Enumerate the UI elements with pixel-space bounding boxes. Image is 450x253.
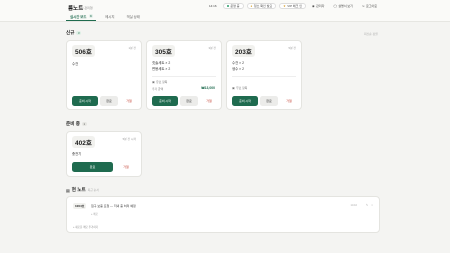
reject-button[interactable]: 거절: [120, 96, 138, 106]
request-card: 305호 3분 전 칫솔세트 × 2 면봉세트 × 2 ▣ 유료 항목 추가 금액…: [146, 40, 222, 110]
cleaning-alert-pill[interactable]: ● 청소 확인 필요: [246, 3, 277, 9]
meta-label: 유료 항목: [156, 80, 168, 84]
item-list: 칫솔세트 × 2 면봉세트 × 2: [152, 60, 170, 72]
elapsed-time: 3분 전: [208, 46, 216, 50]
free-meta: ▣ 무료 항목: [232, 86, 247, 90]
status-dot-icon: [226, 4, 229, 8]
logout-icon: ↪: [361, 4, 365, 8]
item-line: 면봉세트 × 2: [152, 67, 171, 71]
admin-menu[interactable]: ◉ 관리자: [309, 3, 327, 9]
help-label: 설명서 보기: [338, 4, 353, 8]
cost-label: 추가 금액: [152, 87, 164, 91]
tab-count-badge: 3: [88, 14, 94, 18]
item-list: 충전기: [72, 151, 81, 157]
admin-label: 관리자: [316, 4, 325, 8]
room-number: 506호: [72, 45, 95, 57]
note-icon: ▤: [66, 187, 70, 193]
logout-label: 로그아웃: [365, 4, 377, 8]
item-list: 수건: [72, 61, 78, 67]
bell-icon: ●: [250, 4, 253, 8]
alert-label: VIP 체크 인: [287, 4, 303, 8]
complete-button[interactable]: 완료: [260, 96, 278, 106]
divider: [152, 76, 216, 77]
clock: 14:16: [209, 4, 217, 8]
room-number: 203호: [232, 45, 255, 57]
elapsed-time: 5분 전: [288, 46, 296, 50]
add-memo-link[interactable]: + 메모: [91, 212, 98, 216]
item-line: 수건: [72, 62, 79, 66]
tab-room-status[interactable]: 객실 상태: [122, 13, 143, 19]
active-tab-indicator: [66, 20, 96, 21]
receipt-icon: ▣: [152, 80, 155, 84]
alert-label: 청소 확인 필요: [253, 4, 273, 8]
elapsed-time: 5분 전 시작: [122, 137, 136, 141]
item-line: 생수 × 2: [232, 67, 244, 71]
reject-button[interactable]: 거절: [280, 96, 298, 106]
request-card: 402호 5분 전 시작 충전기 완료 거절: [66, 131, 142, 177]
tab-label: 객실 상태: [126, 14, 140, 19]
start-prep-button[interactable]: 준비 시작: [232, 96, 258, 106]
brand-logo: 룸노트: [68, 6, 84, 12]
section-label: 현 노트: [71, 187, 86, 192]
note-time: 14:10: [350, 204, 358, 207]
tab-realtime-board[interactable]: 실시간 보드 3: [66, 13, 97, 19]
room-number: 402호: [72, 136, 95, 148]
help-link[interactable]: ◯ 설명서 보기: [330, 3, 356, 9]
tab-label: 실시간 보드: [70, 14, 87, 19]
complete-button[interactable]: 완료: [180, 96, 198, 106]
section-notes-title: ▤ 현 노트 최근 순서: [66, 187, 99, 193]
section-label: 준비 중: [66, 121, 80, 126]
section-count-badge: 1: [81, 122, 87, 126]
reject-button[interactable]: 거절: [115, 162, 137, 172]
receipt-icon: ▣: [232, 86, 235, 90]
user-icon: ◉: [312, 4, 315, 8]
room-number: 305호: [152, 45, 175, 57]
tab-label: 메시지: [105, 14, 115, 19]
section-count-badge: 3: [76, 31, 82, 35]
note-card: 1004호 침구 보충 요청 — 저녁 중 처리 예정 14:10 ✎ × + …: [66, 196, 380, 233]
status-pill[interactable]: 운영 중: [222, 3, 244, 9]
help-icon: ◯: [333, 4, 337, 8]
main-tabs: 실시간 보드 3 메시지 객실 상태: [66, 13, 144, 19]
logout-button[interactable]: ↪ 로그아웃: [359, 3, 380, 9]
star-icon: ★: [283, 4, 286, 8]
close-icon[interactable]: ×: [371, 203, 373, 207]
vip-alert-pill[interactable]: ★ VIP 체크 인: [279, 3, 307, 9]
section-label: 신규: [66, 30, 75, 35]
top-nav: 14:16 운영 중 ● 청소 확인 필요 ★ VIP 체크 인 ◉ 관리자 ◯ 설명서…: [206, 3, 380, 9]
note-actions: ✎ ×: [366, 203, 373, 207]
complete-button[interactable]: 완료: [72, 162, 113, 172]
sort-label[interactable]: 최신순 정렬: [364, 32, 378, 36]
divider: [232, 76, 296, 77]
note-text: 침구 보충 요청 — 저녁 중 처리 예정: [91, 204, 136, 208]
request-card: 506호 1분 전 수건 준비 시작 완료 거절: [66, 40, 142, 110]
start-prep-button[interactable]: 준비 시작: [152, 96, 178, 106]
add-new-memo-button[interactable]: + 새로운 메모 추가하기: [73, 225, 98, 229]
elapsed-time: 1분 전: [128, 46, 136, 50]
request-card: 203호 5분 전 수건 × 2 생수 × 2 ▣ 무료 항목 준비 시작 완료 …: [226, 40, 302, 110]
paid-meta: ▣ 유료 항목: [152, 80, 167, 84]
section-ready-title: 준비 중 1: [66, 121, 87, 127]
item-line: 충전기: [72, 152, 82, 156]
edit-icon[interactable]: ✎: [366, 203, 369, 207]
meta-label: 무료 항목: [236, 86, 248, 90]
complete-button[interactable]: 완료: [100, 96, 118, 106]
section-new-title: 신규 3: [66, 30, 82, 36]
status-label: 운영 중: [230, 4, 240, 8]
reject-button[interactable]: 거절: [200, 96, 218, 106]
cost-value: ₩13,000: [201, 86, 215, 90]
item-list: 수건 × 2 생수 × 2: [232, 60, 244, 72]
note-room-tag: 1004호: [73, 203, 87, 209]
notes-sort-label: 최근 순서: [87, 188, 99, 192]
brand-subtitle: v 관리형: [82, 5, 93, 10]
start-prep-button[interactable]: 준비 시작: [72, 96, 98, 106]
tab-messages[interactable]: 메시지: [101, 13, 118, 19]
top-bar: 룸노트 v 관리형 실시간 보드 3 메시지 객실 상태 14:16 운영 중 …: [0, 0, 450, 22]
